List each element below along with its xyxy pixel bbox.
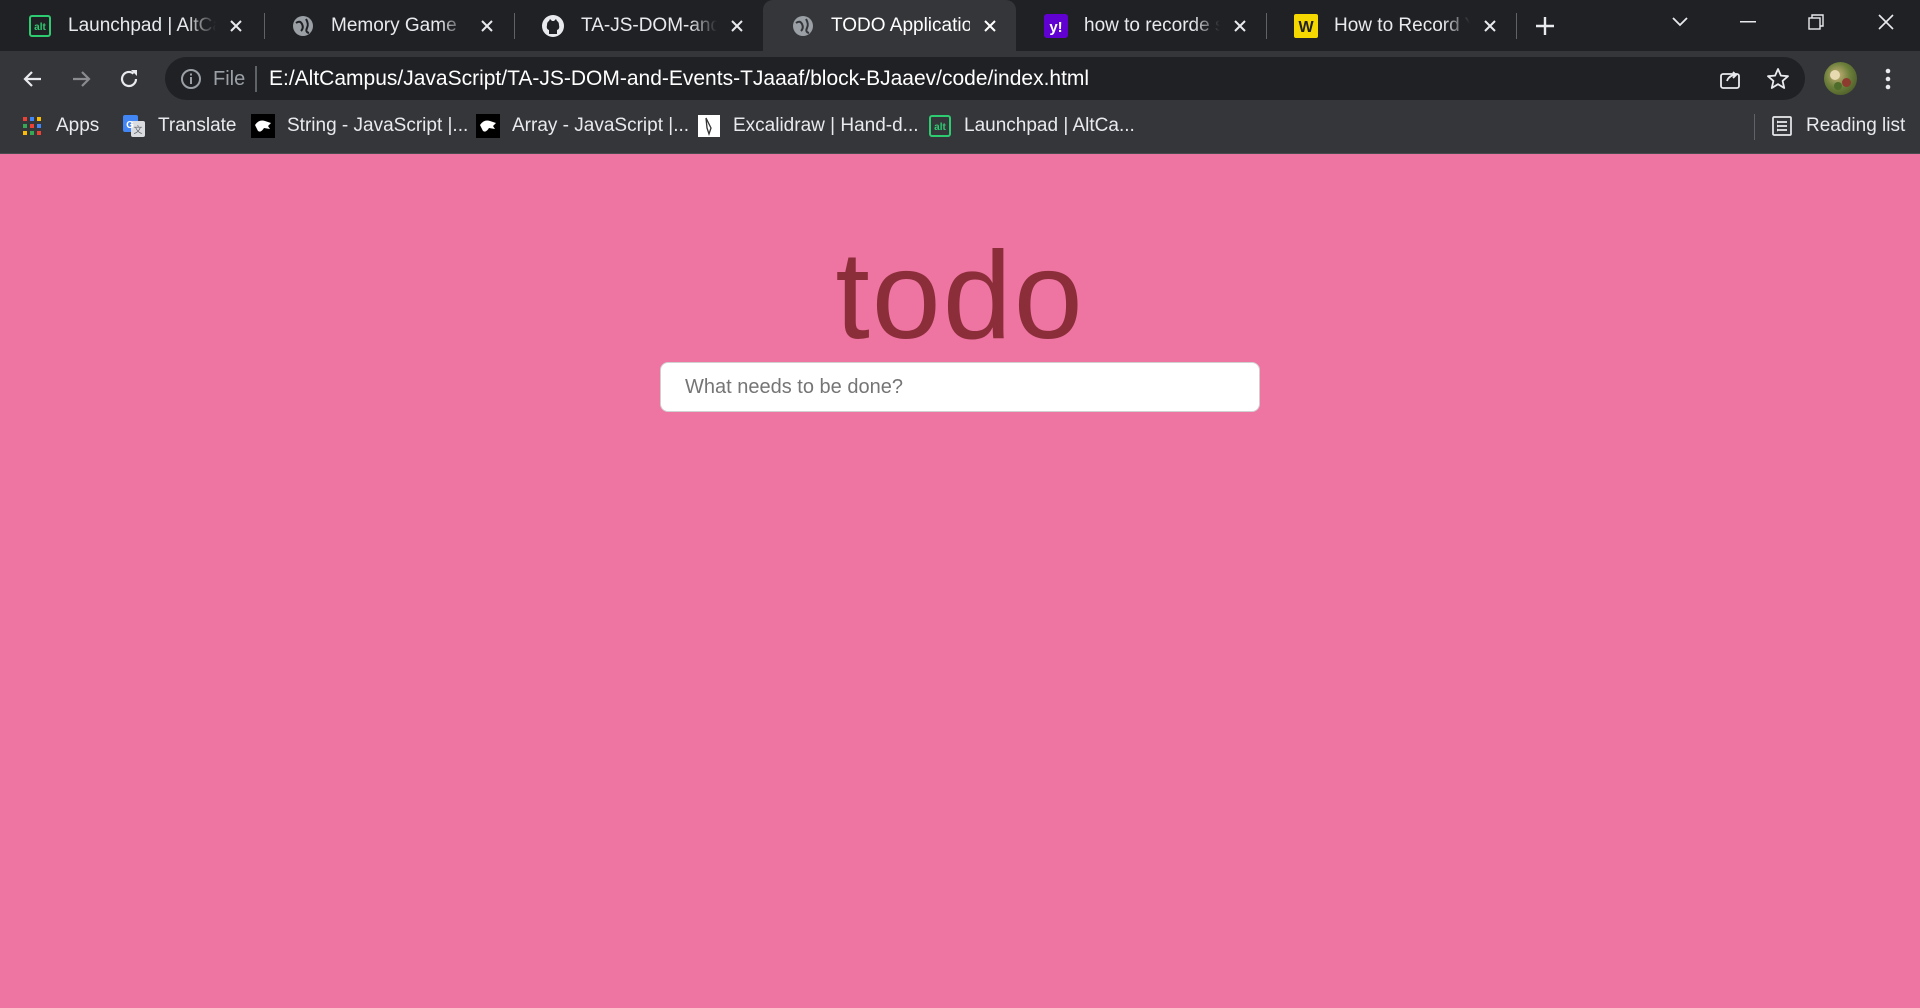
mdn-icon [251, 114, 275, 138]
svg-text:alt: alt [34, 22, 46, 33]
forward-button[interactable] [62, 60, 100, 98]
tab-yahoo-search[interactable]: y! how to recorde screen [1016, 0, 1266, 51]
share-icon[interactable] [1717, 66, 1743, 92]
tab-wikihow[interactable]: W How to Record Your [1266, 0, 1516, 51]
chevron-down-icon [1672, 17, 1688, 27]
close-window-button[interactable] [1852, 0, 1920, 44]
browser-menu-button[interactable] [1876, 62, 1900, 95]
reading-list-label: Reading list [1806, 115, 1906, 136]
bookmarks-separator [1754, 114, 1755, 140]
bookmark-star-icon[interactable] [1765, 66, 1791, 92]
more-vertical-icon [1885, 68, 1891, 89]
arrow-right-icon [73, 71, 91, 87]
bookmark-label: Array - JavaScript |... [512, 115, 690, 136]
arrow-left-icon [23, 71, 41, 87]
svg-text:alt: alt [934, 122, 946, 133]
close-tab-icon[interactable] [224, 14, 248, 38]
bookmark-label: Translate [158, 115, 237, 136]
bookmark-mdn-string[interactable]: String - JavaScript |... [251, 106, 468, 146]
restore-icon [1808, 14, 1824, 30]
tab-title: how to recorde screen [1084, 14, 1220, 36]
altcampus-icon: alt [928, 114, 952, 138]
url-text[interactable]: E:/AltCampus/JavaScript/TA-JS-DOM-and-Ev… [269, 67, 1089, 91]
bookmark-launchpad[interactable]: alt Launchpad | AltCa... [928, 106, 1135, 146]
close-tab-icon[interactable] [1478, 14, 1502, 38]
bookmark-apps[interactable]: Apps [20, 106, 99, 146]
restore-button[interactable] [1782, 0, 1850, 44]
bookmark-mdn-array[interactable]: Array - JavaScript |... [476, 106, 689, 146]
close-tab-icon[interactable] [475, 14, 499, 38]
tab-launchpad[interactable]: alt Launchpad | AltCampus [0, 0, 262, 51]
browser-toolbar: File E:/AltCampus/JavaScript/TA-JS-DOM-a… [0, 51, 1920, 106]
new-tab-button[interactable] [1530, 11, 1560, 41]
close-tab-icon[interactable] [1228, 14, 1252, 38]
bookmark-excalidraw[interactable]: Excalidraw | Hand-d... [697, 106, 919, 146]
bookmark-label: Excalidraw | Hand-d... [733, 115, 919, 136]
close-tab-icon[interactable] [725, 14, 749, 38]
bookmark-label: String - JavaScript |... [287, 115, 469, 136]
tab-title: How to Record Your [1334, 14, 1470, 36]
scheme-label: File [213, 68, 246, 90]
new-todo-input[interactable] [660, 362, 1260, 412]
tab-title: Launchpad | AltCampus [68, 14, 216, 36]
excalidraw-icon [697, 114, 721, 138]
globe-icon [791, 14, 815, 38]
address-bar[interactable]: File E:/AltCampus/JavaScript/TA-JS-DOM-a… [165, 57, 1805, 100]
altcampus-icon: alt [28, 14, 52, 38]
svg-text:文: 文 [133, 124, 142, 135]
mdn-icon [476, 114, 500, 138]
address-divider [255, 66, 257, 92]
back-button[interactable] [14, 60, 52, 98]
reload-button[interactable] [110, 60, 148, 98]
close-icon [1878, 14, 1894, 30]
tab-github-repo[interactable]: TA-JS-DOM-and-Events [513, 0, 763, 51]
reading-list-icon [1770, 114, 1794, 138]
tab-title: Memory Game [331, 14, 457, 36]
page-title: todo [835, 227, 1085, 365]
svg-text:y!: y! [1049, 19, 1062, 36]
profile-avatar[interactable] [1824, 62, 1857, 95]
reading-list-button[interactable]: Reading list [1770, 106, 1905, 146]
tab-title: TODO Application [831, 14, 970, 36]
svg-text:W: W [1298, 19, 1314, 36]
tab-separator [1516, 13, 1517, 39]
close-tab-icon[interactable] [978, 14, 1002, 38]
bookmark-label: Launchpad | AltCa... [964, 115, 1135, 136]
tab-todo-application[interactable]: TODO Application [763, 0, 1016, 51]
google-translate-icon: G文 [122, 114, 146, 138]
bookmarks-bar: Apps G文 Translate String - JavaScript |.… [0, 106, 1920, 154]
minimize-button[interactable] [1714, 0, 1782, 44]
browser-tab-strip: alt Launchpad | AltCampus Memory Game TA… [0, 0, 1920, 51]
github-icon [541, 14, 565, 38]
tab-memory-game[interactable]: Memory Game [263, 0, 513, 51]
tab-title: TA-JS-DOM-and-Events [581, 14, 717, 36]
bookmark-label: Apps [56, 115, 100, 136]
todo-app-page: todo [0, 155, 1920, 1008]
globe-icon [291, 14, 315, 38]
plus-icon [1536, 17, 1554, 35]
apps-grid-icon [20, 114, 44, 138]
reload-icon [120, 70, 138, 88]
minimize-icon [1740, 21, 1756, 23]
info-icon[interactable] [179, 67, 203, 91]
yahoo-icon: y! [1044, 13, 1068, 38]
tab-search-button[interactable] [1646, 0, 1714, 44]
wikihow-icon: W [1294, 13, 1318, 38]
bookmark-translate[interactable]: G文 Translate [122, 106, 237, 146]
